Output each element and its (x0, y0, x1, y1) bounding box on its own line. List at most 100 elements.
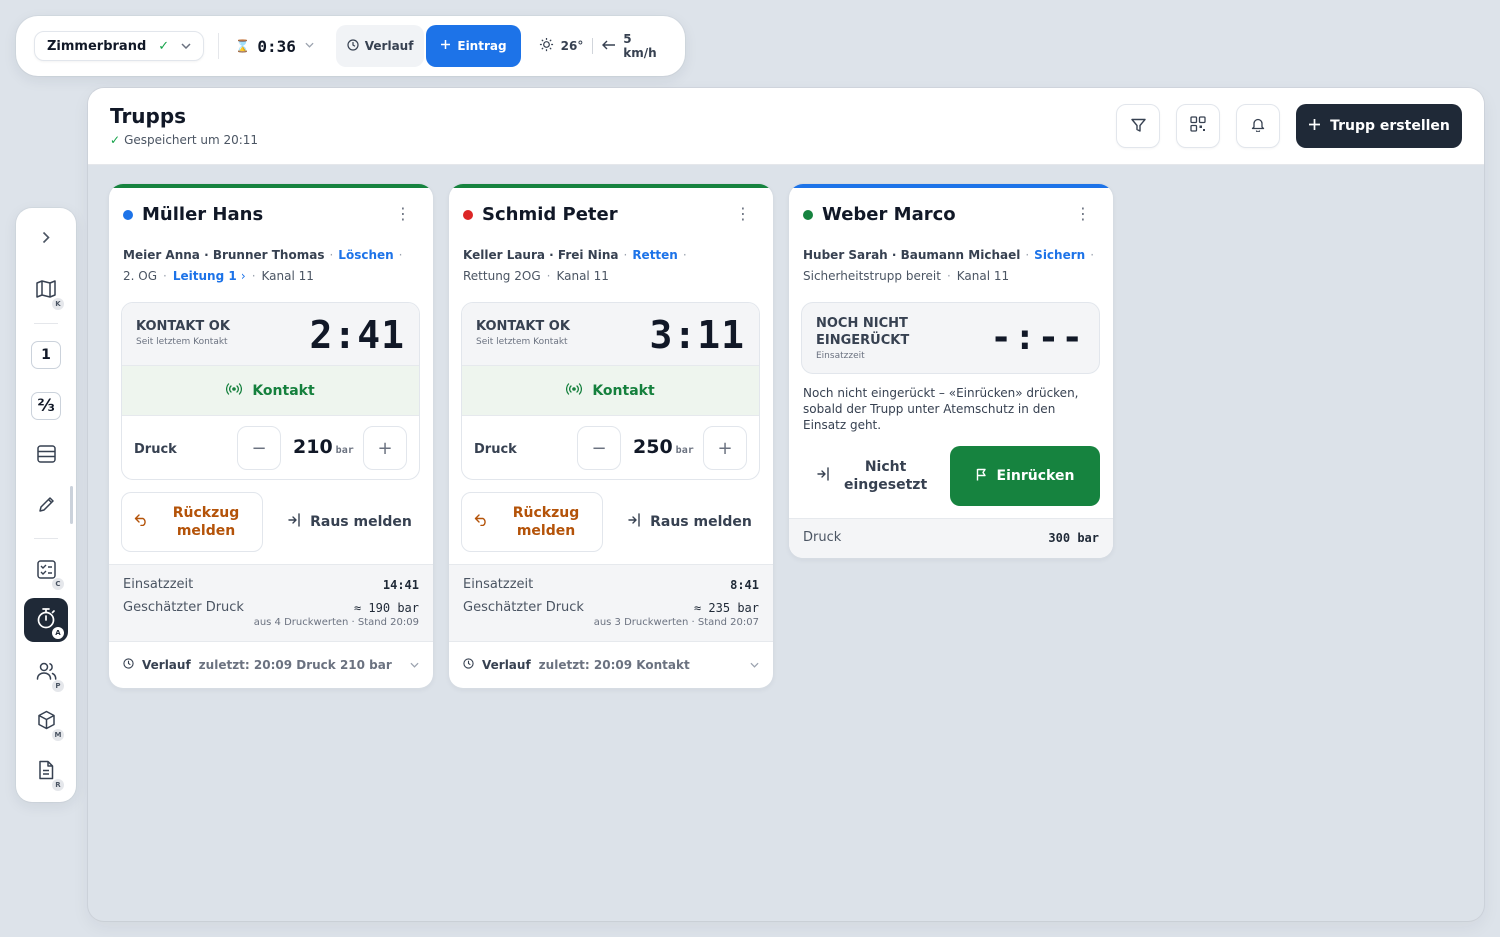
contact-status-box: KONTAKT OK Seit letztem Kontakt 2:41 Kon… (121, 302, 420, 480)
create-trupp-button[interactable]: Trupp erstellen (1296, 104, 1462, 148)
sidebar-scrollbar[interactable] (70, 486, 73, 524)
engage-hint: Noch nicht eingerückt – «Einrücken» drüc… (803, 386, 1079, 432)
qr-code-button[interactable] (1176, 104, 1220, 148)
radio-signal-icon (226, 382, 243, 399)
chevron-right-icon: › (240, 269, 246, 283)
not-engaged-status-box: NOCH NICHT EINGERÜCKT Einsatzzeit -:-- (801, 302, 1100, 374)
contact-status-sub: Seit letztem Kontakt (136, 337, 228, 347)
kontakt-label: Kontakt (592, 382, 655, 399)
chevron-down-icon (181, 41, 191, 52)
pressure-increase-button[interactable]: + (363, 426, 407, 470)
pressure-decrease-button[interactable]: − (237, 426, 281, 470)
sidebar-item-one[interactable]: 1 (24, 333, 68, 377)
est-pressure-note: aus 4 Druckwerten · Stand 20:09 (253, 617, 419, 628)
sidebar-item-fraction[interactable]: ⅔ (24, 384, 68, 428)
plus-icon (1308, 118, 1321, 135)
arrow-left-icon (602, 39, 616, 53)
chevron-down-icon (750, 660, 759, 671)
kontakt-button[interactable]: Kontakt (462, 366, 759, 416)
sidebar-item-report[interactable]: R (24, 750, 68, 794)
sun-icon (539, 37, 554, 55)
add-entry-label: Eintrag (457, 39, 507, 53)
sidebar-item-one-label: 1 (31, 341, 61, 369)
divider (592, 38, 594, 54)
engage-button[interactable]: Einrücken (950, 446, 1100, 506)
line-link[interactable]: Leitung 1 › (173, 269, 246, 283)
bell-icon (1251, 117, 1265, 136)
sidebar-expand-button[interactable] (24, 216, 68, 260)
plus-icon: + (717, 437, 733, 459)
sidebar-item-people[interactable]: P (24, 651, 68, 695)
not-deployed-button[interactable]: Nicht eingesetzt (803, 446, 943, 506)
pressure-value: 300 bar (1048, 531, 1099, 545)
minus-icon: − (591, 437, 607, 459)
trupp-name: Weber Marco (822, 204, 956, 225)
radio-channel: Kanal 11 (261, 269, 314, 283)
sidebar-item-material[interactable]: M (24, 700, 68, 744)
qr-code-icon (1190, 116, 1206, 136)
history-button[interactable]: Verlauf (335, 25, 425, 67)
einsatz-timer: -:-- (990, 317, 1085, 358)
task-link[interactable]: Retten (632, 248, 678, 262)
chevron-down-icon (305, 41, 314, 51)
history-toggle[interactable]: Verlauf zuletzt: 20:09 Druck 210 bar (109, 642, 433, 688)
flag-icon (976, 468, 987, 485)
sidebar-item-checklist[interactable]: C (24, 549, 68, 593)
more-menu-icon[interactable]: ⋮ (735, 206, 751, 222)
retreat-button[interactable]: Rückzug melden (461, 492, 603, 552)
sidebar-item-atemschutz[interactable]: A (24, 598, 68, 642)
enter-icon (817, 467, 830, 485)
task-link[interactable]: Löschen (338, 248, 393, 262)
clock-icon (463, 658, 474, 672)
incident-timer[interactable]: ⌛ 0:36 (235, 37, 314, 56)
save-status-text: Gespeichert um 20:11 (124, 133, 259, 147)
est-pressure-label: Geschätzter Druck (463, 600, 584, 615)
incident-name: Zimmerbrand (47, 38, 147, 54)
sidebar-item-shortcut: P (52, 680, 64, 692)
pressure-value: 210 bar (293, 436, 354, 458)
create-trupp-label: Trupp erstellen (1330, 118, 1450, 134)
kontakt-button[interactable]: Kontakt (122, 366, 419, 416)
filter-button[interactable] (1116, 104, 1160, 148)
not-engaged-sub: Einsatzzeit (816, 351, 865, 361)
contact-status: KONTAKT OK (136, 319, 230, 334)
sidebar-item-shortcut: K (52, 298, 64, 310)
sidebar-item-table[interactable] (24, 434, 68, 478)
incident-selector[interactable]: Zimmerbrand ✓ (34, 31, 205, 61)
einsatzzeit-value: 14:41 (382, 578, 419, 592)
sidebar-item-map[interactable]: K (24, 269, 68, 313)
trupp-leader: Weber Marco (803, 204, 956, 225)
trupps-panel: Trupps ✓ Gespeichert um 20:11 Trupp erste… (88, 88, 1484, 921)
location: Sicherheitstrupp bereit (803, 269, 941, 283)
exit-button[interactable]: Raus melden (279, 492, 421, 552)
clock-icon (123, 658, 134, 672)
pressure-row: Druck − 210 bar + (122, 416, 419, 479)
card-status-line (109, 184, 433, 188)
add-entry-button[interactable]: Eintrag (426, 25, 521, 67)
weather-info: 26° 5 km/h (539, 32, 667, 60)
contact-status-sub: Seit letztem Kontakt (476, 337, 568, 347)
est-pressure-value: ≈ 235 bar (693, 601, 759, 615)
est-pressure-label: Geschätzter Druck (123, 600, 244, 615)
task-link[interactable]: Sichern (1034, 248, 1085, 262)
check-icon: ✓ (110, 133, 121, 147)
retreat-label: Rückzug melden (172, 505, 240, 539)
retreat-button[interactable]: Rückzug melden (121, 492, 263, 552)
history-toggle[interactable]: Verlauf zuletzt: 20:09 Kontakt (449, 642, 773, 688)
sidebar-item-edit[interactable] (24, 484, 68, 528)
card-status-line (789, 184, 1113, 188)
chevron-down-icon (410, 660, 419, 671)
trupp-card: Müller Hans ⋮ Meier Anna · Brunner Thoma… (109, 184, 433, 688)
pressure-decrease-button[interactable]: − (577, 426, 621, 470)
more-menu-icon[interactable]: ⋮ (1075, 206, 1091, 222)
radio-channel: Kanal 11 (956, 269, 1010, 283)
pencil-icon (38, 496, 55, 517)
exit-button[interactable]: Raus melden (619, 492, 761, 552)
more-menu-icon[interactable]: ⋮ (395, 206, 411, 222)
pressure-increase-button[interactable]: + (703, 426, 747, 470)
hourglass-icon: ⌛ (235, 39, 251, 53)
notifications-button[interactable] (1236, 104, 1280, 148)
return-arrow-icon (134, 514, 148, 530)
trupp-meta: Sicherheitstrupp bereit · Kanal 11 (803, 269, 1010, 283)
contact-status-header: KONTAKT OK Seit letztem Kontakt 2:41 (122, 303, 419, 366)
